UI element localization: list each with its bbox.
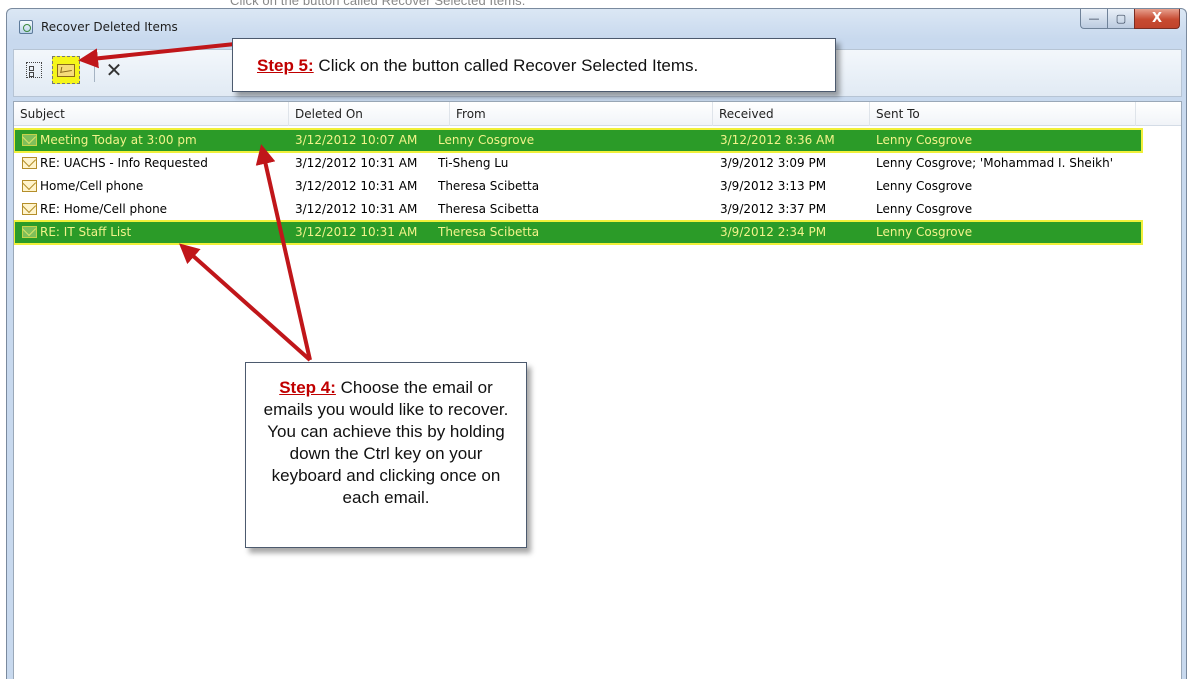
arrow-to-recover-button [78,42,236,69]
arrow-to-row-5 [179,243,312,362]
annotation-arrows [78,42,312,362]
step-4-label: Step 4: [279,378,336,397]
step-4-text: Choose the email or emails you would lik… [263,378,509,507]
step-5-label: Step 5: [257,56,314,75]
arrow-to-row-1 [255,144,312,361]
step-5-callout: Step 5: Click on the button called Recov… [232,38,836,92]
step-4-callout: Step 4: Choose the email or emails you w… [245,362,527,548]
step-5-text: Click on the button called Recover Selec… [313,56,699,75]
